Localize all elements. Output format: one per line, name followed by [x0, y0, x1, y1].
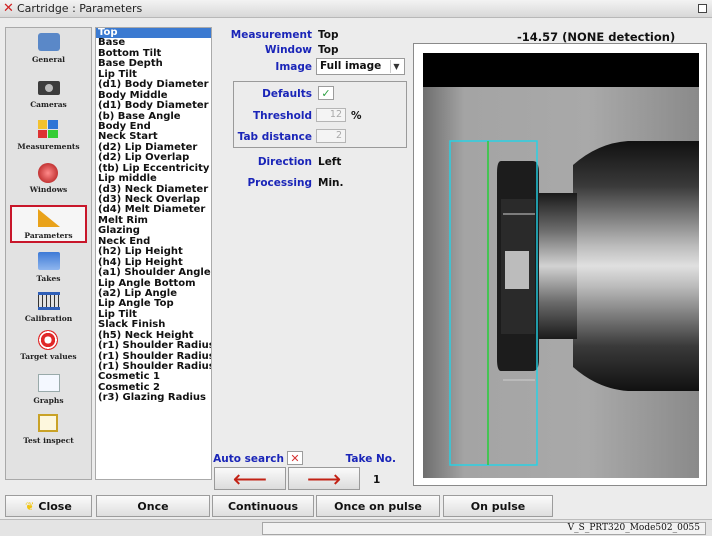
sidebar-item-label: Graphs	[33, 396, 64, 405]
tab-distance-label: Tab distance	[237, 131, 312, 143]
title-bar: ✕ Cartridge : Parameters	[0, 0, 712, 18]
image-select[interactable]: Full image ▼	[316, 58, 405, 75]
threshold-label: Threshold	[253, 110, 312, 122]
sidebar-item-label: General	[31, 55, 66, 64]
sidebar-item-general[interactable]: General	[10, 31, 87, 67]
status-bar: V_S_PRT320_Mode502_0055	[0, 519, 712, 536]
previous-take-button[interactable]: ⟵	[214, 464, 286, 493]
tab-distance-spinbox[interactable]: 2	[316, 129, 346, 143]
graphs-icon	[37, 374, 60, 394]
image-label: Image	[275, 61, 312, 73]
close-label: Close	[38, 499, 72, 513]
calibration-icon	[37, 292, 60, 312]
sidebar-item-label: Test inspect	[23, 436, 74, 445]
test-inspect-icon	[37, 414, 60, 434]
window-title: Cartridge : Parameters	[17, 2, 143, 15]
camera-image-frame[interactable]	[413, 43, 707, 486]
sidebar-item-parameters[interactable]: Parameters	[10, 205, 87, 243]
sidebar-item-target-values[interactable]: Target values	[10, 328, 87, 364]
defaults-label: Defaults	[262, 88, 312, 100]
camera-image[interactable]	[423, 53, 699, 478]
threshold-unit: %	[351, 110, 362, 122]
list-item[interactable]: (r1) Shoulder Radius	[96, 340, 211, 351]
direction-value: Left	[318, 156, 342, 168]
processing-value: Min.	[318, 177, 344, 189]
windows-icon	[37, 163, 60, 183]
auto-search-label: Auto search	[213, 453, 284, 465]
sidebar-item-label: Parameters	[24, 231, 73, 240]
lip-highlight	[505, 251, 529, 289]
sidebar-nav: General Cameras Measurements Windows Paramet…	[5, 27, 92, 480]
sidebar-item-calibration[interactable]: Calibration	[10, 290, 87, 326]
takes-icon	[37, 252, 60, 272]
general-icon	[37, 33, 60, 53]
sidebar-item-cameras[interactable]: Cameras	[10, 76, 87, 112]
sidebar-item-takes[interactable]: Takes	[10, 250, 87, 286]
list-item[interactable]: (a1) Shoulder Angle	[96, 267, 211, 278]
list-item[interactable]: (r3) Glazing Radius	[96, 392, 211, 403]
take-no-value: 1	[373, 474, 381, 486]
bottle-neck	[535, 193, 577, 339]
bottle-body	[573, 141, 699, 391]
take-no-label: Take No.	[345, 453, 396, 465]
close-button[interactable]: ❦ Close	[5, 495, 92, 517]
unchecked-x-icon: ✕	[290, 451, 300, 465]
arrow-left-icon: ⟵	[232, 464, 268, 493]
on-pulse-button[interactable]: On pulse	[443, 495, 553, 517]
window-label: Window	[264, 44, 312, 56]
sidebar-item-label: Takes	[36, 274, 61, 283]
processing-label: Processing	[247, 177, 312, 189]
measurement-value: Top	[318, 29, 339, 41]
sidebar-item-label: Target values	[20, 352, 77, 361]
auto-search-checkbox[interactable]: ✕	[287, 451, 303, 465]
window-value: Top	[318, 44, 339, 56]
sidebar-item-test-inspect[interactable]: Test inspect	[10, 412, 87, 448]
sidebar-item-graphs[interactable]: Graphs	[10, 372, 87, 408]
measurements-icon	[37, 120, 60, 140]
sidebar-item-label: Measurements	[17, 142, 80, 151]
status-text: V_S_PRT320_Mode502_0055	[262, 522, 706, 535]
parameters-icon	[37, 209, 60, 229]
chevron-down-icon[interactable]: ▼	[390, 60, 402, 73]
threshold-spinbox[interactable]: 12	[316, 108, 346, 122]
sidebar-item-windows[interactable]: Windows	[10, 161, 87, 197]
app-close-icon[interactable]: ✕	[3, 1, 15, 16]
list-item[interactable]: Lip middle	[96, 173, 211, 184]
maximize-button[interactable]	[698, 4, 707, 13]
defaults-checkbox[interactable]: ✓	[318, 86, 334, 100]
arrow-right-icon: ⟶	[306, 464, 342, 493]
next-take-button[interactable]: ⟶	[288, 464, 360, 493]
measurement-result: -14.57 (NONE detection)	[517, 30, 676, 44]
once-on-pulse-button[interactable]: Once on pulse	[316, 495, 440, 517]
camera-icon	[37, 78, 60, 98]
target-icon	[37, 330, 60, 350]
image-select-value: Full image	[320, 60, 382, 72]
direction-label: Direction	[257, 156, 312, 168]
list-item[interactable]: (d1) Body Diameter	[96, 100, 211, 111]
image-top-band	[423, 53, 699, 87]
sidebar-item-label: Cameras	[30, 100, 67, 109]
measurement-list[interactable]: Top Base Bottom Tilt Base Depth Lip Tilt (d1)…	[95, 27, 212, 480]
sidebar-item-measurements[interactable]: Measurements	[10, 118, 87, 154]
check-icon: ✓	[321, 86, 331, 100]
sidebar-item-label: Calibration	[24, 314, 73, 323]
continuous-button[interactable]: Continuous	[212, 495, 314, 517]
close-leaf-icon: ❦	[25, 499, 35, 513]
sidebar-item-label: Windows	[29, 185, 68, 194]
measurement-label: Measurement	[230, 29, 312, 41]
once-button[interactable]: Once	[96, 495, 210, 517]
